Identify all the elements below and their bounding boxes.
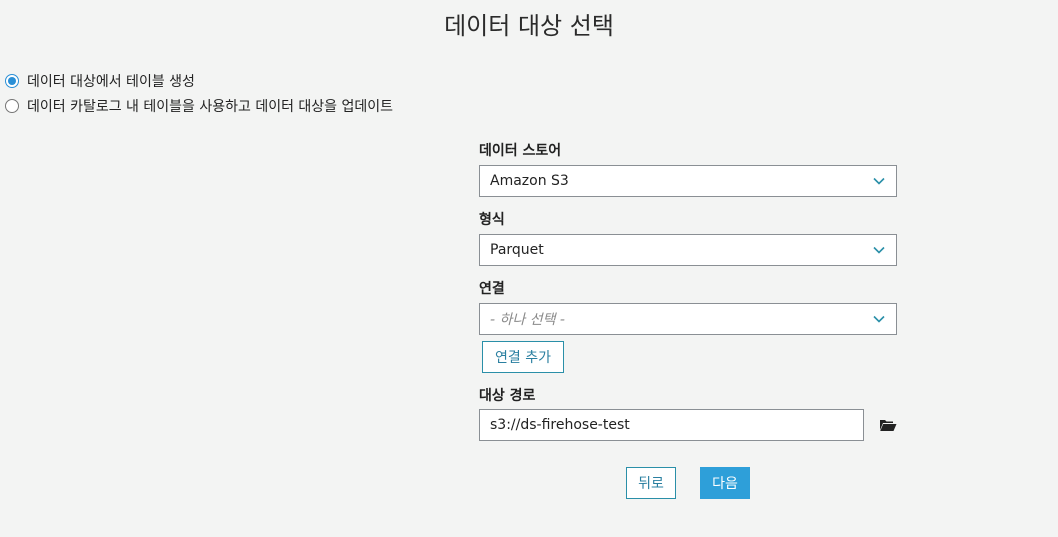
option-use-catalog-table[interactable]: 데이터 카탈로그 내 테이블을 사용하고 데이터 대상을 업데이트 xyxy=(5,93,393,118)
format-select[interactable]: Parquet xyxy=(479,234,897,266)
target-path-label: 대상 경로 xyxy=(479,388,536,404)
back-button[interactable]: 뒤로 xyxy=(626,467,676,499)
option-create-table-label: 데이터 대상에서 테이블 생성 xyxy=(27,73,195,90)
chevron-down-icon xyxy=(866,166,892,196)
radio-use-catalog-table[interactable] xyxy=(5,98,19,113)
radio-create-table[interactable] xyxy=(5,73,19,88)
page-title: 데이터 대상 선택 xyxy=(444,12,614,40)
format-label: 형식 xyxy=(479,212,505,228)
connection-select[interactable]: - 하나 선택 - xyxy=(479,303,897,335)
chevron-down-icon xyxy=(866,304,892,334)
data-store-label: 데이터 스토어 xyxy=(479,143,562,159)
data-store-select[interactable]: Amazon S3 xyxy=(479,165,897,197)
next-button[interactable]: 다음 xyxy=(700,467,750,499)
add-connection-button[interactable]: 연결 추가 xyxy=(482,341,564,373)
target-option-group: 데이터 대상에서 테이블 생성 데이터 카탈로그 내 테이블을 사용하고 데이터… xyxy=(5,68,393,118)
data-store-value: Amazon S3 xyxy=(490,173,569,189)
connection-label: 연결 xyxy=(479,281,505,297)
chevron-down-icon xyxy=(866,235,892,265)
target-path-input[interactable]: s3://ds-firehose-test xyxy=(479,409,864,441)
option-use-catalog-table-label: 데이터 카탈로그 내 테이블을 사용하고 데이터 대상을 업데이트 xyxy=(27,98,394,115)
folder-open-icon[interactable] xyxy=(877,414,899,436)
format-value: Parquet xyxy=(490,242,544,258)
connection-placeholder: - 하나 선택 - xyxy=(490,312,565,328)
option-create-table[interactable]: 데이터 대상에서 테이블 생성 xyxy=(5,68,393,93)
